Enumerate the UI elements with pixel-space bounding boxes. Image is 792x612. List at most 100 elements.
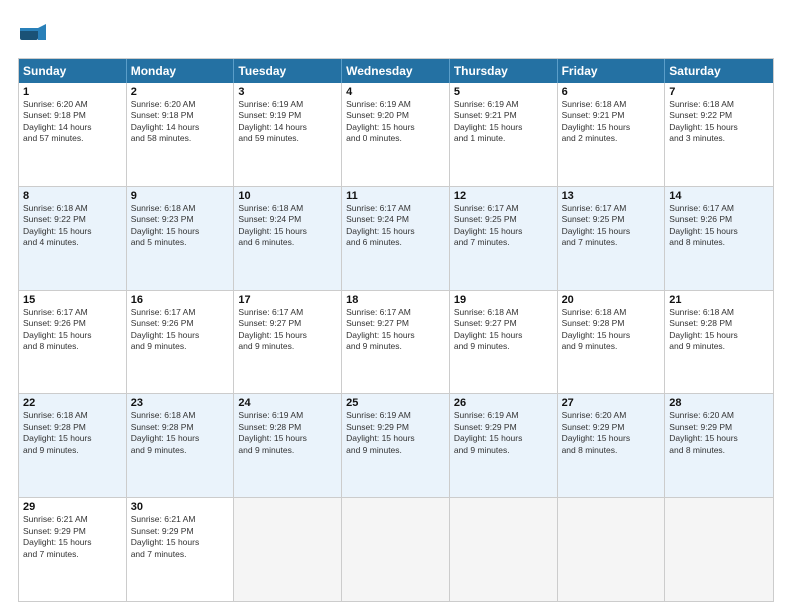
day-number: 17 [238,294,337,306]
empty-cell [665,498,773,601]
header-cell-saturday: Saturday [665,59,773,83]
cell-info: Sunrise: 6:19 AM Sunset: 9:21 PM Dayligh… [454,99,553,145]
calendar-body: 1Sunrise: 6:20 AM Sunset: 9:18 PM Daylig… [19,83,773,601]
cell-info: Sunrise: 6:18 AM Sunset: 9:28 PM Dayligh… [562,307,661,353]
calendar-row-4: 22Sunrise: 6:18 AM Sunset: 9:28 PM Dayli… [19,393,773,497]
day-number: 23 [131,397,230,409]
cell-info: Sunrise: 6:21 AM Sunset: 9:29 PM Dayligh… [23,514,122,560]
logo-icon [18,18,50,50]
day-number: 18 [346,294,445,306]
cell-info: Sunrise: 6:18 AM Sunset: 9:28 PM Dayligh… [23,410,122,456]
day-cell-4: 4Sunrise: 6:19 AM Sunset: 9:20 PM Daylig… [342,83,450,186]
cell-info: Sunrise: 6:17 AM Sunset: 9:24 PM Dayligh… [346,203,445,249]
cell-info: Sunrise: 6:17 AM Sunset: 9:27 PM Dayligh… [238,307,337,353]
cell-info: Sunrise: 6:20 AM Sunset: 9:18 PM Dayligh… [23,99,122,145]
cell-info: Sunrise: 6:19 AM Sunset: 9:29 PM Dayligh… [454,410,553,456]
header-cell-monday: Monday [127,59,235,83]
day-cell-15: 15Sunrise: 6:17 AM Sunset: 9:26 PM Dayli… [19,291,127,394]
day-number: 20 [562,294,661,306]
cell-info: Sunrise: 6:19 AM Sunset: 9:28 PM Dayligh… [238,410,337,456]
day-cell-28: 28Sunrise: 6:20 AM Sunset: 9:29 PM Dayli… [665,394,773,497]
cell-info: Sunrise: 6:17 AM Sunset: 9:25 PM Dayligh… [562,203,661,249]
header [18,18,774,50]
cell-info: Sunrise: 6:20 AM Sunset: 9:29 PM Dayligh… [669,410,769,456]
cell-info: Sunrise: 6:17 AM Sunset: 9:26 PM Dayligh… [669,203,769,249]
day-cell-6: 6Sunrise: 6:18 AM Sunset: 9:21 PM Daylig… [558,83,666,186]
day-cell-7: 7Sunrise: 6:18 AM Sunset: 9:22 PM Daylig… [665,83,773,186]
day-number: 5 [454,86,553,98]
logo [18,18,54,50]
cell-info: Sunrise: 6:18 AM Sunset: 9:28 PM Dayligh… [131,410,230,456]
header-cell-sunday: Sunday [19,59,127,83]
empty-cell [234,498,342,601]
day-cell-9: 9Sunrise: 6:18 AM Sunset: 9:23 PM Daylig… [127,187,235,290]
day-number: 2 [131,86,230,98]
cell-info: Sunrise: 6:18 AM Sunset: 9:24 PM Dayligh… [238,203,337,249]
cell-info: Sunrise: 6:20 AM Sunset: 9:29 PM Dayligh… [562,410,661,456]
day-number: 26 [454,397,553,409]
day-number: 1 [23,86,122,98]
cell-info: Sunrise: 6:19 AM Sunset: 9:29 PM Dayligh… [346,410,445,456]
day-cell-30: 30Sunrise: 6:21 AM Sunset: 9:29 PM Dayli… [127,498,235,601]
calendar-row-1: 1Sunrise: 6:20 AM Sunset: 9:18 PM Daylig… [19,83,773,186]
cell-info: Sunrise: 6:21 AM Sunset: 9:29 PM Dayligh… [131,514,230,560]
header-cell-thursday: Thursday [450,59,558,83]
empty-cell [342,498,450,601]
day-cell-12: 12Sunrise: 6:17 AM Sunset: 9:25 PM Dayli… [450,187,558,290]
day-cell-27: 27Sunrise: 6:20 AM Sunset: 9:29 PM Dayli… [558,394,666,497]
day-number: 9 [131,190,230,202]
cell-info: Sunrise: 6:17 AM Sunset: 9:26 PM Dayligh… [131,307,230,353]
day-number: 30 [131,501,230,513]
day-number: 7 [669,86,769,98]
day-cell-19: 19Sunrise: 6:18 AM Sunset: 9:27 PM Dayli… [450,291,558,394]
day-number: 28 [669,397,769,409]
calendar-row-3: 15Sunrise: 6:17 AM Sunset: 9:26 PM Dayli… [19,290,773,394]
calendar-header: SundayMondayTuesdayWednesdayThursdayFrid… [19,59,773,83]
day-number: 27 [562,397,661,409]
header-cell-wednesday: Wednesday [342,59,450,83]
day-number: 11 [346,190,445,202]
calendar-row-2: 8Sunrise: 6:18 AM Sunset: 9:22 PM Daylig… [19,186,773,290]
day-cell-1: 1Sunrise: 6:20 AM Sunset: 9:18 PM Daylig… [19,83,127,186]
day-cell-3: 3Sunrise: 6:19 AM Sunset: 9:19 PM Daylig… [234,83,342,186]
day-cell-25: 25Sunrise: 6:19 AM Sunset: 9:29 PM Dayli… [342,394,450,497]
day-number: 13 [562,190,661,202]
day-number: 19 [454,294,553,306]
day-cell-22: 22Sunrise: 6:18 AM Sunset: 9:28 PM Dayli… [19,394,127,497]
day-cell-17: 17Sunrise: 6:17 AM Sunset: 9:27 PM Dayli… [234,291,342,394]
empty-cell [558,498,666,601]
day-number: 12 [454,190,553,202]
day-cell-18: 18Sunrise: 6:17 AM Sunset: 9:27 PM Dayli… [342,291,450,394]
calendar: SundayMondayTuesdayWednesdayThursdayFrid… [18,58,774,602]
day-cell-13: 13Sunrise: 6:17 AM Sunset: 9:25 PM Dayli… [558,187,666,290]
day-number: 3 [238,86,337,98]
day-cell-16: 16Sunrise: 6:17 AM Sunset: 9:26 PM Dayli… [127,291,235,394]
cell-info: Sunrise: 6:18 AM Sunset: 9:28 PM Dayligh… [669,307,769,353]
header-cell-tuesday: Tuesday [234,59,342,83]
day-cell-29: 29Sunrise: 6:21 AM Sunset: 9:29 PM Dayli… [19,498,127,601]
cell-info: Sunrise: 6:18 AM Sunset: 9:22 PM Dayligh… [669,99,769,145]
day-cell-20: 20Sunrise: 6:18 AM Sunset: 9:28 PM Dayli… [558,291,666,394]
day-cell-2: 2Sunrise: 6:20 AM Sunset: 9:18 PM Daylig… [127,83,235,186]
cell-info: Sunrise: 6:20 AM Sunset: 9:18 PM Dayligh… [131,99,230,145]
day-number: 24 [238,397,337,409]
cell-info: Sunrise: 6:18 AM Sunset: 9:21 PM Dayligh… [562,99,661,145]
cell-info: Sunrise: 6:19 AM Sunset: 9:20 PM Dayligh… [346,99,445,145]
day-number: 10 [238,190,337,202]
day-cell-8: 8Sunrise: 6:18 AM Sunset: 9:22 PM Daylig… [19,187,127,290]
day-cell-21: 21Sunrise: 6:18 AM Sunset: 9:28 PM Dayli… [665,291,773,394]
header-cell-friday: Friday [558,59,666,83]
day-number: 29 [23,501,122,513]
day-cell-26: 26Sunrise: 6:19 AM Sunset: 9:29 PM Dayli… [450,394,558,497]
cell-info: Sunrise: 6:17 AM Sunset: 9:26 PM Dayligh… [23,307,122,353]
day-number: 16 [131,294,230,306]
day-cell-24: 24Sunrise: 6:19 AM Sunset: 9:28 PM Dayli… [234,394,342,497]
page: SundayMondayTuesdayWednesdayThursdayFrid… [0,0,792,612]
cell-info: Sunrise: 6:17 AM Sunset: 9:27 PM Dayligh… [346,307,445,353]
day-number: 22 [23,397,122,409]
day-cell-11: 11Sunrise: 6:17 AM Sunset: 9:24 PM Dayli… [342,187,450,290]
day-cell-5: 5Sunrise: 6:19 AM Sunset: 9:21 PM Daylig… [450,83,558,186]
day-cell-23: 23Sunrise: 6:18 AM Sunset: 9:28 PM Dayli… [127,394,235,497]
day-number: 8 [23,190,122,202]
day-number: 4 [346,86,445,98]
